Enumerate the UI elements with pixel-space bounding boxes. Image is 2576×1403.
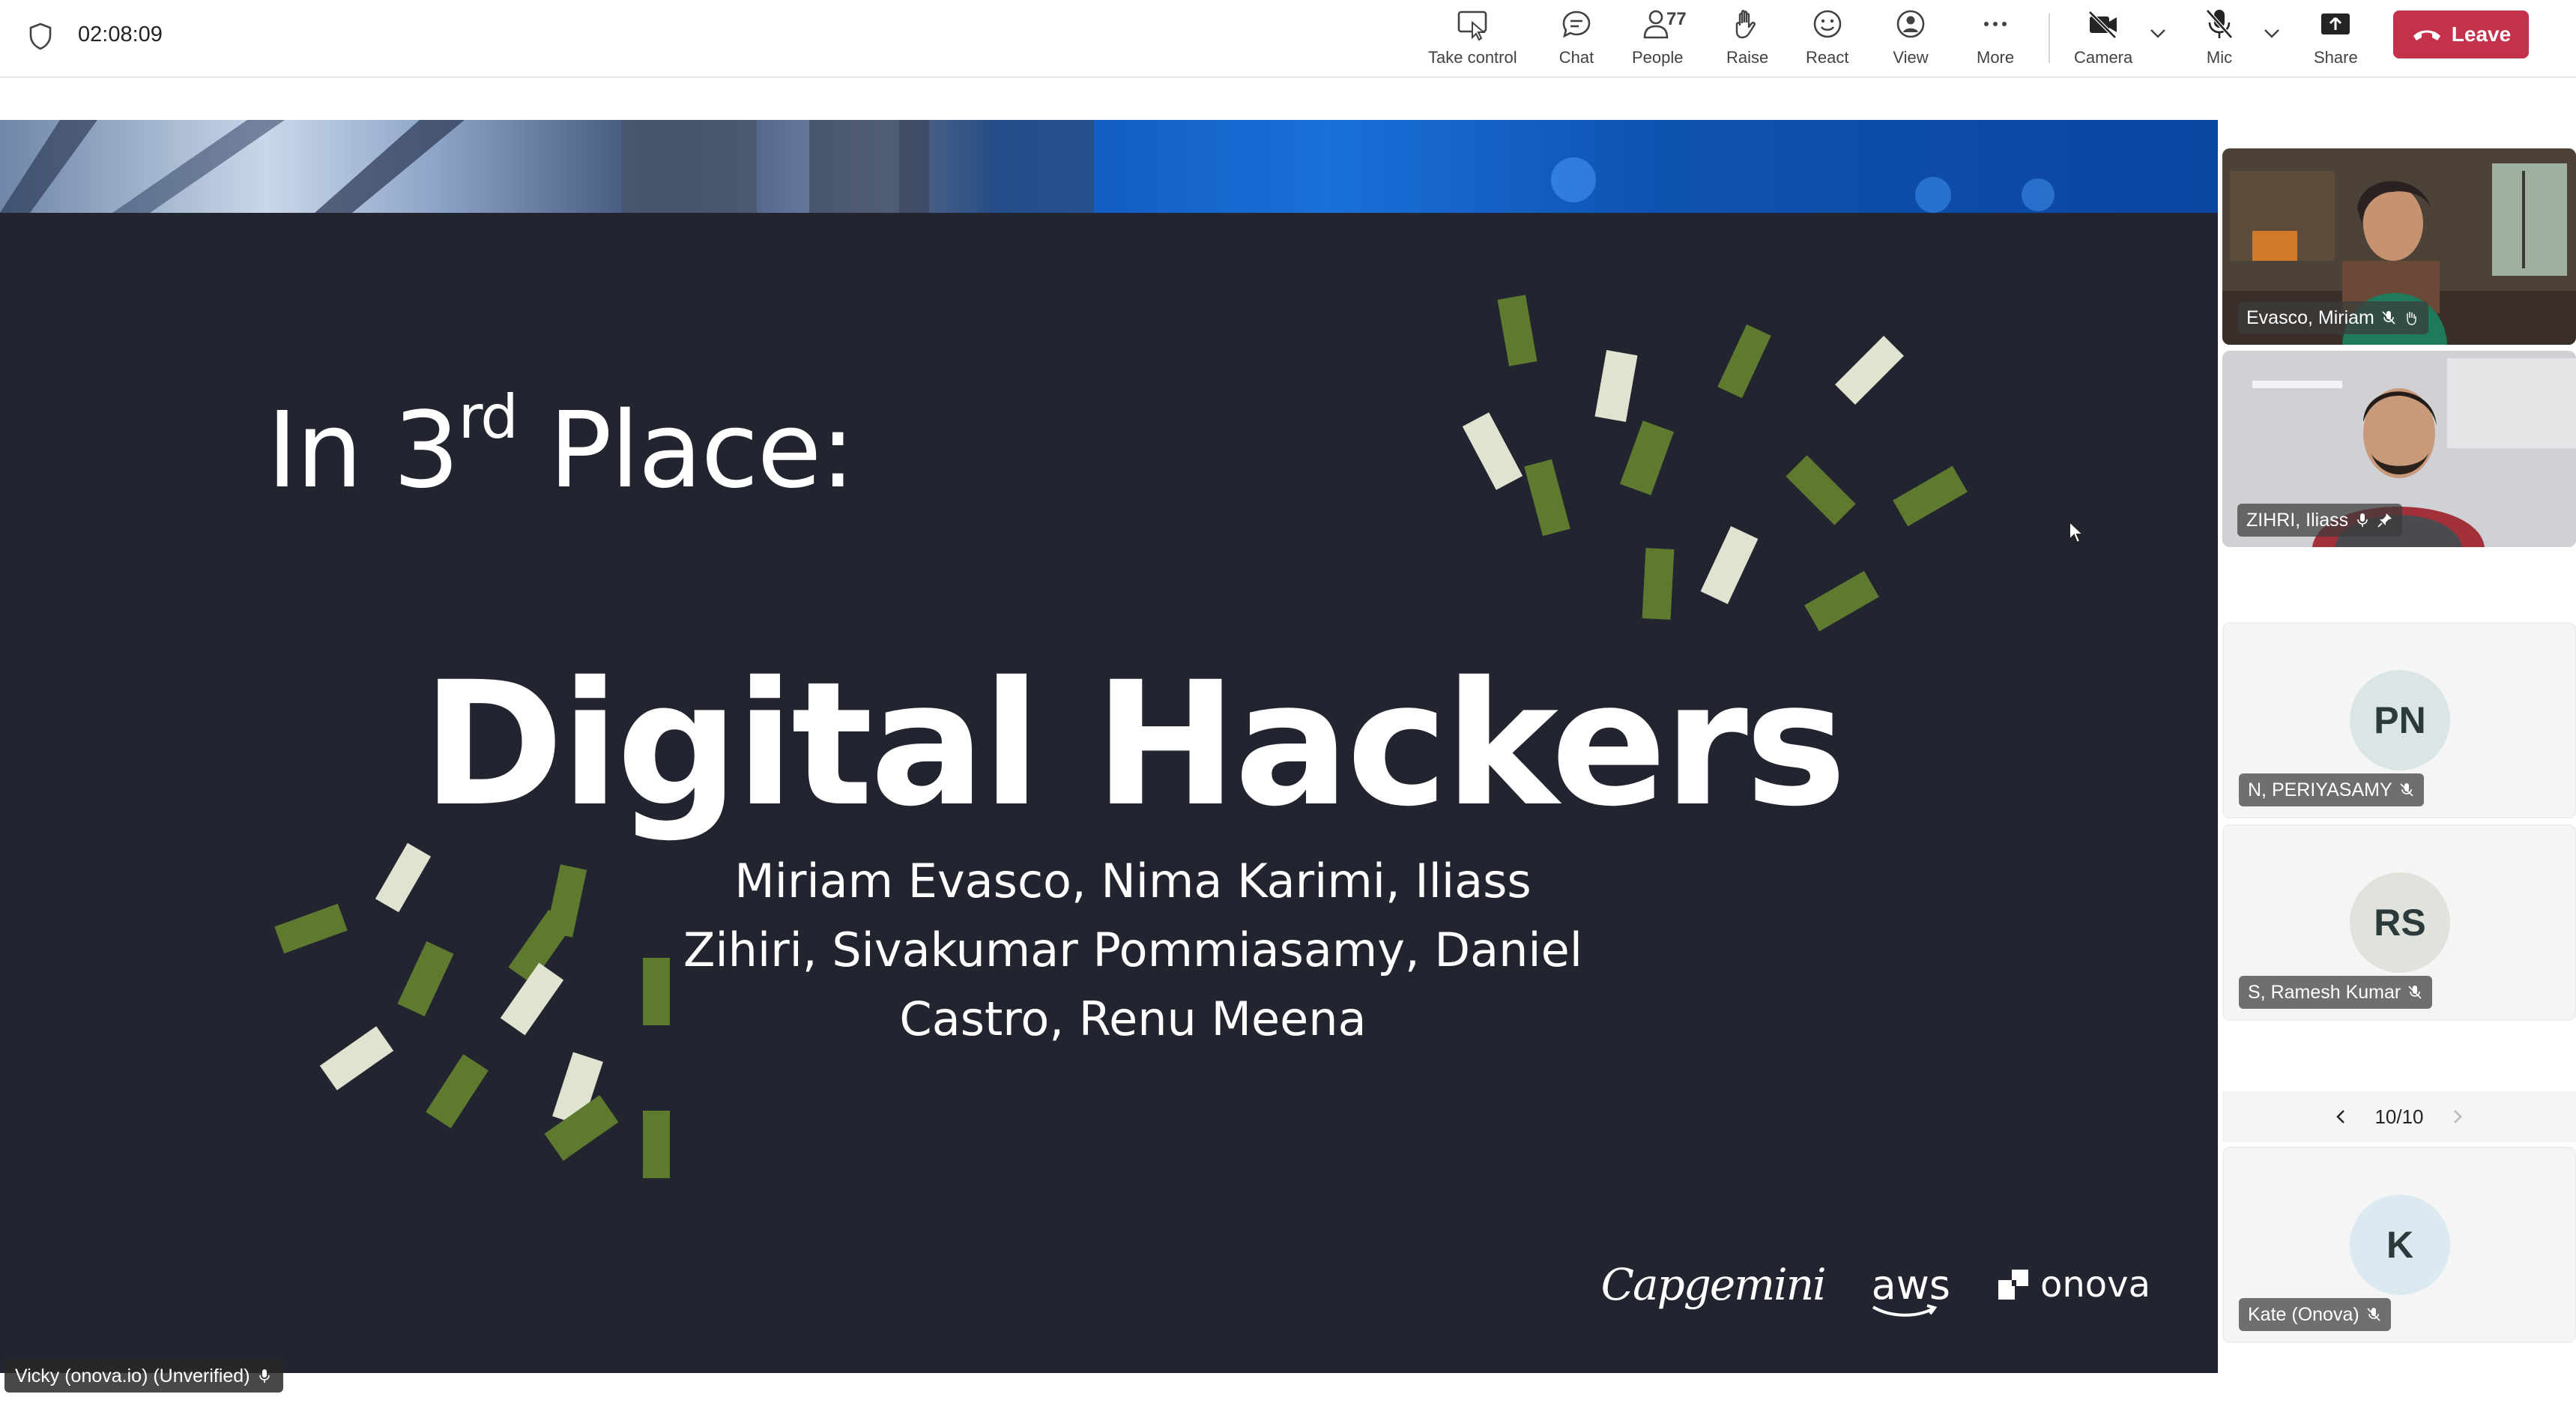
more-icon: [1984, 22, 2007, 26]
participant-avatar: RS: [2350, 872, 2450, 973]
react-button[interactable]: React: [1806, 4, 1848, 72]
teams-meeting-window: 02:08:09 Take control Chat People 77 Rai…: [0, 0, 2576, 1403]
leave-button[interactable]: Leave: [2393, 10, 2529, 58]
mic-off-icon: [2206, 9, 2233, 39]
mic-button[interactable]: Mic: [2201, 4, 2237, 72]
members-line-3: Castro, Renu Meena: [899, 992, 1367, 1046]
meeting-timer: 02:08:09: [78, 22, 163, 46]
participant-name: N, PERIYASAMY: [2248, 779, 2392, 800]
raise-hand-button[interactable]: Raise: [1726, 4, 1768, 72]
heading-ordinal-suffix: rd: [458, 382, 518, 452]
participant-name-tag: Evasco, Miriam: [2237, 301, 2428, 334]
chat-button[interactable]: Chat: [1558, 4, 1594, 72]
mic-icon: [2357, 513, 2368, 527]
mouse-pointer-icon: [2069, 520, 2084, 544]
participant-tile[interactable]: K Kate (Onova): [2222, 1147, 2576, 1343]
share-button[interactable]: Share: [2314, 4, 2358, 72]
participant-avatar: K: [2350, 1195, 2450, 1295]
heading-prefix: In 3: [267, 390, 460, 512]
meeting-toolbar: 02:08:09 Take control Chat People 77 Rai…: [0, 0, 2576, 78]
participant-name-tag: ZIHRI, Iliass: [2237, 504, 2403, 537]
people-label: People: [1632, 48, 1684, 67]
confetti-top-right: [1462, 295, 1968, 632]
view-icon: [1896, 10, 1925, 38]
chat-label: Chat: [1558, 48, 1594, 67]
mic-off-icon: [2400, 783, 2413, 797]
toolbar-divider: [2049, 13, 2050, 63]
participant-tile[interactable]: PN N, PERIYASAMY: [2222, 622, 2576, 818]
chat-icon: [1562, 10, 1591, 38]
participant-name: Kate (Onova): [2248, 1303, 2359, 1325]
camera-label: Camera: [2074, 48, 2133, 67]
mic-label: Mic: [2206, 48, 2233, 67]
mic-off-icon: [2408, 986, 2422, 999]
members-line-2: Zihiri, Sivakumar Pommiasamy, Daniel: [683, 923, 1583, 977]
shared-screen-slide: In 3rd Place: Digital Hackers Miriam Eva…: [0, 120, 2218, 1373]
onova-logo-text: onova: [2040, 1264, 2150, 1306]
sponsor-logos: Capgemini aws onova: [1600, 1259, 2150, 1317]
participant-avatar: PN: [2350, 670, 2450, 770]
take-control-icon: [1458, 10, 1487, 41]
take-control-label: Take control: [1428, 48, 1517, 67]
participant-name: Evasco, Miriam: [2246, 307, 2374, 328]
participant-tile[interactable]: RS S, Ramesh Kumar: [2222, 824, 2576, 1021]
participant-name: ZIHRI, Iliass: [2246, 509, 2349, 531]
next-page-chevron-right-icon[interactable]: [2446, 1106, 2467, 1127]
camera-options-chevron-down-icon[interactable]: [2144, 19, 2171, 46]
raise-label: Raise: [1726, 48, 1769, 67]
aws-logo-text: aws: [1871, 1261, 1951, 1309]
smiley-icon: [1813, 10, 1842, 38]
mic-options-chevron-down-icon[interactable]: [2258, 19, 2285, 46]
hang-up-icon: [2413, 30, 2440, 40]
participant-name-tag: S, Ramesh Kumar: [2239, 976, 2433, 1009]
participant-name-tag: Kate (Onova): [2239, 1298, 2391, 1331]
share-label: Share: [2314, 48, 2358, 67]
people-count-badge: 77: [1666, 9, 1687, 29]
mic-off-icon: [2367, 1308, 2380, 1321]
onova-mark-icon: [1998, 1270, 2029, 1300]
aws-logo: aws: [1871, 1261, 1951, 1317]
more-label: More: [1977, 48, 2015, 67]
leave-label: Leave: [2451, 22, 2512, 46]
share-icon: [2321, 13, 2350, 34]
mic-icon: [258, 1369, 270, 1383]
previous-page-chevron-left-icon[interactable]: [2331, 1106, 2352, 1127]
take-control-button[interactable]: Take control: [1428, 4, 1517, 72]
participant-name: S, Ramesh Kumar: [2248, 981, 2401, 1003]
camera-off-icon: [2088, 10, 2117, 39]
members-line-1: Miriam Evasco, Nima Karimi, Iliass: [734, 854, 1532, 908]
aws-smile-icon: [1872, 1303, 1937, 1317]
heading-suffix: Place:: [516, 390, 855, 512]
view-button[interactable]: View: [1893, 4, 1929, 72]
view-label: View: [1893, 48, 1929, 67]
capgemini-logo: Capgemini: [1600, 1259, 1827, 1310]
pin-icon: [2377, 513, 2392, 528]
mic-off-icon: [2382, 311, 2395, 325]
participant-video-tile[interactable]: ZIHRI, Iliass: [2222, 351, 2576, 547]
raise-hand-icon: [1735, 10, 1756, 39]
participant-pager: 10/10: [2222, 1091, 2576, 1142]
team-members-text: Miriam Evasco, Nima Karimi, Iliass Zihir…: [659, 847, 1606, 1054]
team-name-title: Digital Hackers: [422, 645, 1846, 844]
presenter-name-tag: Vicky (onova.io) (Unverified): [4, 1360, 283, 1393]
react-label: React: [1806, 48, 1849, 67]
shield-icon[interactable]: [25, 21, 55, 51]
onova-logo: onova: [1997, 1264, 2150, 1306]
page-indicator: 10/10: [2374, 1105, 2424, 1128]
more-button[interactable]: More: [1977, 4, 2014, 72]
slide-heading: In 3rd Place:: [267, 382, 856, 512]
participant-video-tile[interactable]: Evasco, Miriam: [2222, 148, 2576, 345]
hand-raised-icon: [2407, 312, 2416, 325]
camera-button[interactable]: Camera: [2074, 4, 2132, 72]
participant-name-tag: N, PERIYASAMY: [2239, 773, 2424, 806]
presenter-name: Vicky (onova.io) (Unverified): [15, 1365, 250, 1387]
confetti-bottom-left: [274, 842, 670, 1178]
